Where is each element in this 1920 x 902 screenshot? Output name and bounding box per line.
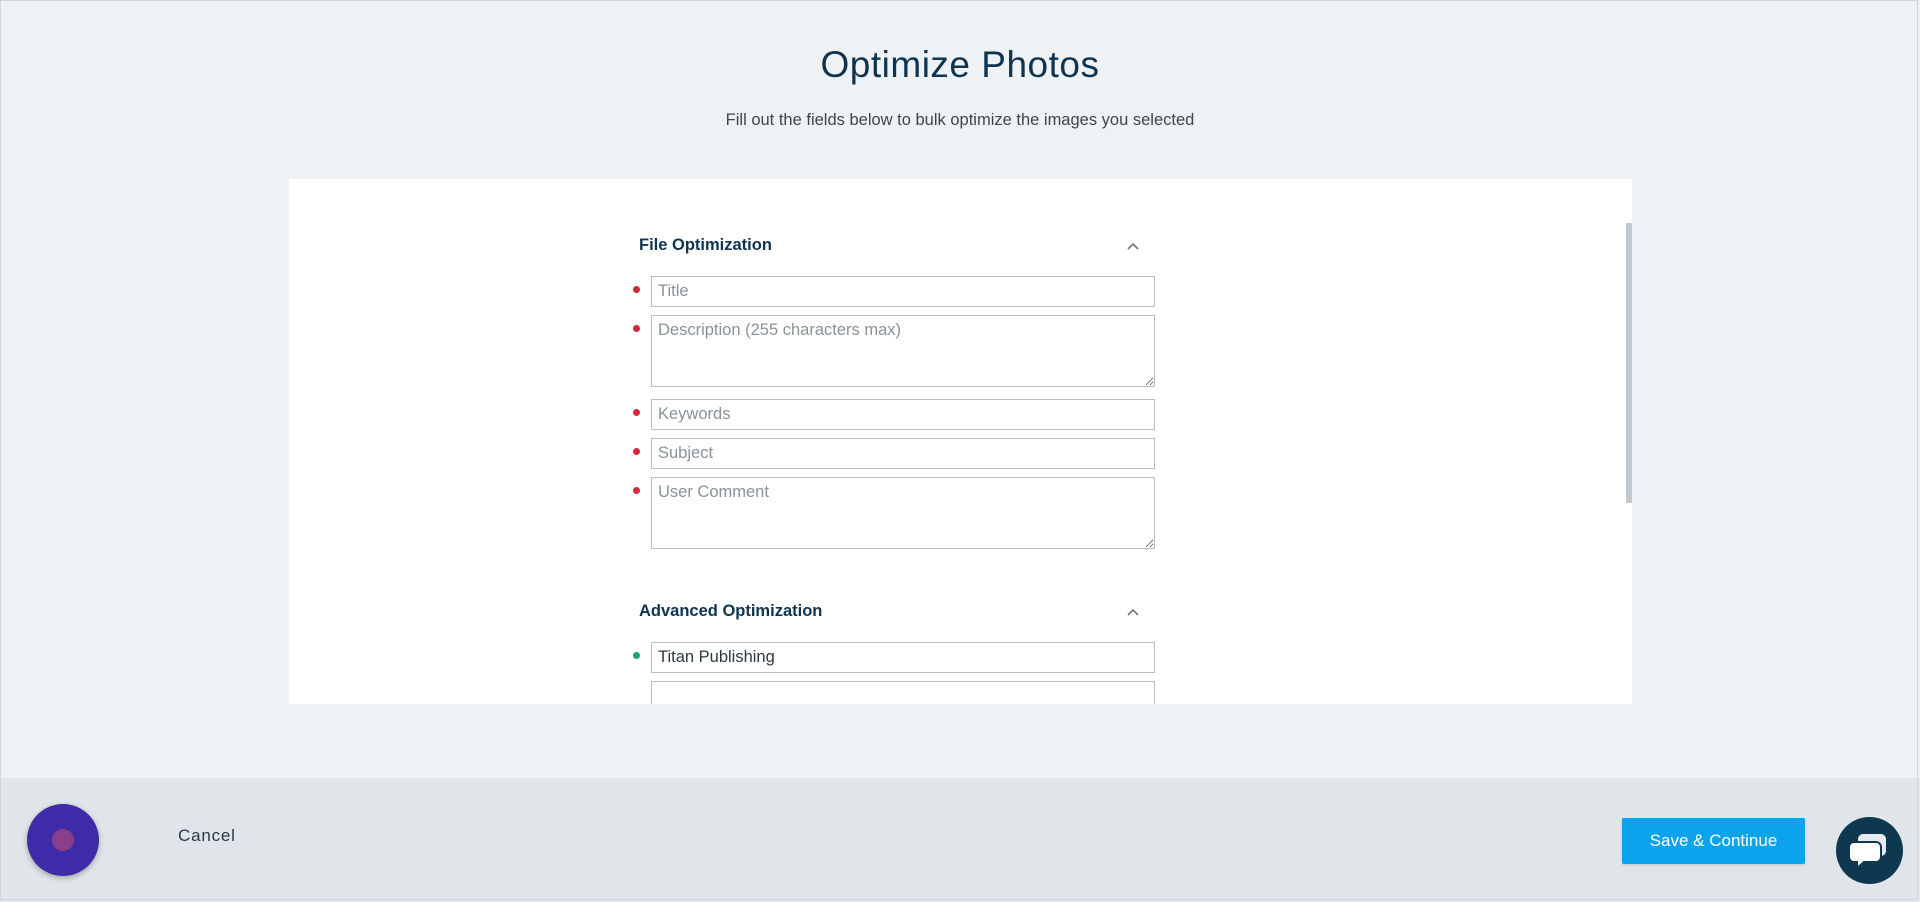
author-input[interactable]: [651, 642, 1155, 673]
keywords-input[interactable]: [651, 399, 1155, 430]
description-textarea[interactable]: [651, 315, 1155, 387]
required-indicator: [633, 409, 640, 416]
required-indicator: [633, 286, 640, 293]
file-optimization-title: File Optimization: [639, 236, 772, 254]
required-indicator: [633, 487, 640, 494]
panel-scrollbar[interactable]: [1626, 223, 1632, 503]
chevron-up-icon[interactable]: [1125, 238, 1141, 254]
assistant-dot: [52, 829, 74, 851]
optimization-form-panel: File Optimization Advanced Optimization: [289, 179, 1632, 704]
cancel-button[interactable]: Cancel: [178, 826, 236, 846]
save-continue-button[interactable]: Save & Continue: [1622, 818, 1805, 864]
required-indicator: [633, 325, 640, 332]
next-field-input[interactable]: [651, 681, 1155, 704]
chat-icon[interactable]: [1836, 817, 1903, 884]
chevron-up-icon[interactable]: [1125, 604, 1141, 620]
advanced-optimization-header[interactable]: Advanced Optimization: [639, 599, 1149, 627]
filled-indicator: [633, 652, 640, 659]
footer-bar: Cancel Save & Continue: [0, 778, 1920, 902]
assistant-bubble-icon[interactable]: [27, 804, 99, 876]
advanced-optimization-title: Advanced Optimization: [639, 602, 823, 620]
page-subtitle: Fill out the fields below to bulk optimi…: [725, 111, 1195, 129]
title-input[interactable]: [651, 276, 1155, 307]
page-title: Optimize Photos: [820, 44, 1100, 85]
file-optimization-header[interactable]: File Optimization: [639, 233, 1149, 261]
user-comment-textarea[interactable]: [651, 477, 1155, 549]
subject-input[interactable]: [651, 438, 1155, 469]
required-indicator: [633, 448, 640, 455]
